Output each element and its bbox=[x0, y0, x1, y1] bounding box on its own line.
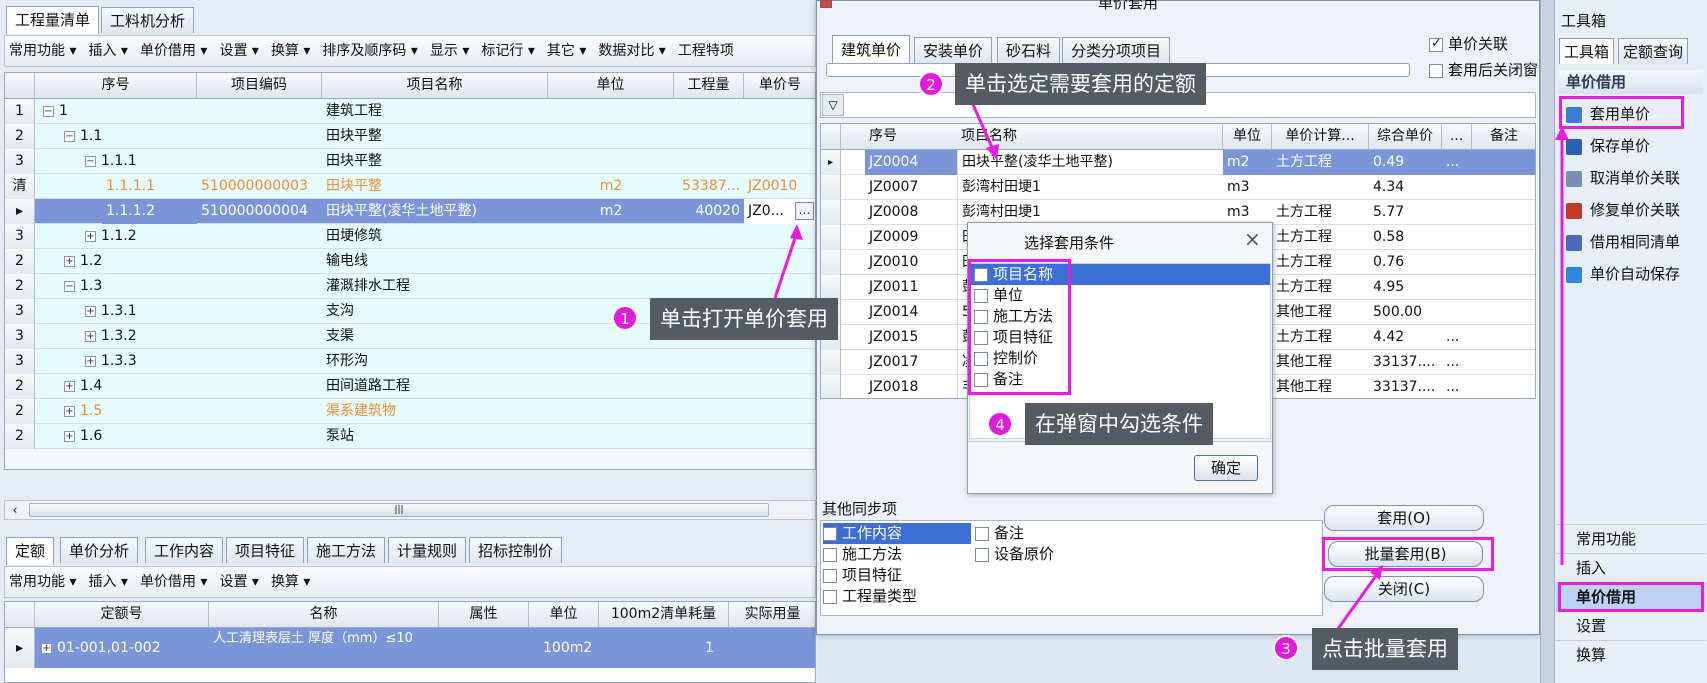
callout-4: 在弹窗中勾选条件 bbox=[1025, 403, 1213, 445]
callout-3: 点击批量套用 bbox=[1312, 628, 1458, 670]
highlight-price-borrow bbox=[1558, 582, 1704, 612]
callout-4-badge: 4 bbox=[987, 411, 1013, 437]
callout-3-badge: 3 bbox=[1273, 635, 1299, 661]
highlight-batch-apply bbox=[1322, 537, 1494, 571]
callout-2: 单击选定需要套用的定额 bbox=[955, 63, 1206, 105]
highlight-conditions bbox=[968, 259, 1071, 395]
callout-1-badge: 1 bbox=[612, 305, 638, 331]
callout-1: 单击打开单价套用 bbox=[650, 298, 838, 340]
callout-2-badge: 2 bbox=[918, 71, 944, 97]
annotation-arrows bbox=[773, 83, 1569, 641]
highlight-apply-price bbox=[1559, 96, 1684, 129]
